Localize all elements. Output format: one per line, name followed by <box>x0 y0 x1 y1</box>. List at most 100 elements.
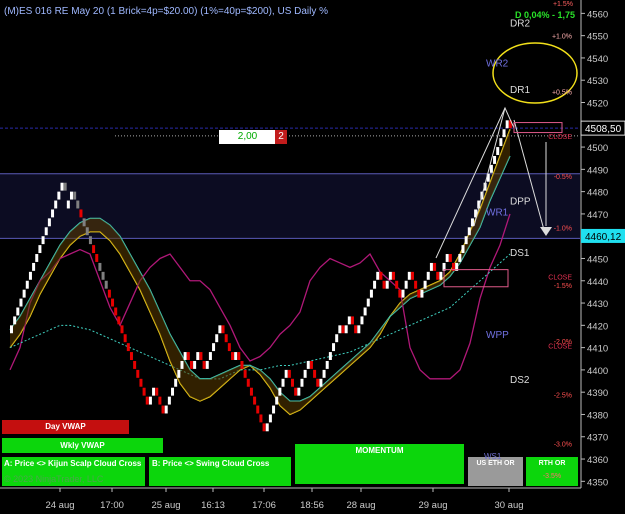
pct-label: CLOSE <box>548 274 572 281</box>
renko-brick <box>470 218 474 227</box>
renko-brick <box>335 334 339 343</box>
renko-brick <box>505 120 509 129</box>
renko-brick <box>41 236 45 245</box>
renko-brick <box>322 369 326 378</box>
renko-brick <box>489 164 493 173</box>
renko-brick <box>319 378 323 387</box>
y-tick-label: 4400 <box>587 366 608 377</box>
renko-brick <box>145 396 149 405</box>
chart-title: (M)ES 016 RE May 20 (1 Brick=4p=$20.00) … <box>4 6 329 17</box>
renko-brick <box>63 182 67 191</box>
rth-or-pct: -3.5% <box>542 473 562 480</box>
renko-brick <box>385 280 389 289</box>
renko-brick <box>129 352 133 360</box>
pivot-label-wr2: WR2 <box>486 58 509 69</box>
y-tick-label: 4380 <box>587 410 608 421</box>
renko-brick <box>19 298 23 307</box>
copyright-text: © 2023 NinjaTrader, LLC <box>4 474 104 484</box>
pct-label: -0.5% <box>554 174 572 181</box>
renko-brick <box>401 289 405 298</box>
renko-brick <box>186 352 190 360</box>
y-tick-label: 4450 <box>587 254 608 265</box>
renko-brick <box>332 343 336 352</box>
renko-brick <box>196 352 200 360</box>
pivot-label-ds1: DS1 <box>510 248 530 259</box>
x-tick-label: 24 aug <box>45 500 74 511</box>
renko-brick <box>344 325 348 334</box>
y-tick-label: 4390 <box>587 388 608 399</box>
pct-label: -1.0% <box>554 225 572 232</box>
renko-brick <box>347 316 351 325</box>
renko-brick <box>433 262 437 271</box>
renko-brick <box>373 280 377 289</box>
momentum-panel[interactable]: MOMENTUM <box>295 444 464 484</box>
renko-brick <box>294 387 298 396</box>
renko-brick <box>325 360 329 369</box>
renko-brick <box>237 352 241 360</box>
renko-brick <box>218 325 222 334</box>
renko-brick <box>114 307 118 316</box>
count-badge[interactable]: 2 <box>275 130 287 144</box>
renko-brick <box>493 155 497 164</box>
swing-cross-panel[interactable]: B: Price <> Swing Cloud Cross <box>149 457 291 486</box>
renko-brick <box>275 396 279 405</box>
quantity-input[interactable]: 2,00 <box>219 130 276 144</box>
renko-brick <box>22 289 26 298</box>
pivot-label-ds2: DS2 <box>510 375 530 386</box>
renko-brick <box>38 245 42 254</box>
renko-brick <box>448 254 452 262</box>
y-tick-label: 4560 <box>587 9 608 20</box>
renko-brick <box>66 200 70 209</box>
renko-brick <box>287 369 291 378</box>
renko-brick <box>164 405 168 414</box>
y-tick-label: 4540 <box>587 54 608 65</box>
renko-brick <box>227 343 231 352</box>
y-tick-label: 4360 <box>587 455 608 466</box>
y-tick-label: 4420 <box>587 321 608 332</box>
renko-brick <box>265 423 269 432</box>
rth-or-panel[interactable]: RTH OR -3.5% <box>526 457 578 486</box>
renko-brick <box>76 200 80 209</box>
renko-brick <box>436 271 440 280</box>
pivot-label-wpp: WPP <box>486 330 509 341</box>
renko-brick <box>284 369 288 378</box>
x-tick-label: 28 aug <box>346 500 375 511</box>
renko-brick <box>158 396 162 405</box>
wkly-vwap-button[interactable]: Wkly VWAP <box>2 438 163 453</box>
renko-brick <box>354 325 358 334</box>
renko-brick <box>426 271 430 280</box>
renko-brick <box>193 360 197 369</box>
renko-chart[interactable]: DR2WR2DR1DPPWR1DS1WPPDS2+1.0%+0.5%CLOSE-… <box>0 0 625 514</box>
y-tick-label: 4500 <box>587 143 608 154</box>
pct-label: CLOSE <box>548 343 572 350</box>
renko-brick <box>177 369 181 378</box>
us-eth-or-panel[interactable]: US ETH OR <box>468 457 523 486</box>
renko-brick <box>414 280 418 289</box>
renko-brick <box>268 414 272 423</box>
renko-brick <box>234 352 238 360</box>
renko-brick <box>35 254 39 262</box>
renko-brick <box>117 316 121 325</box>
renko-brick <box>54 200 58 209</box>
renko-brick <box>60 182 64 191</box>
renko-brick <box>13 316 17 325</box>
renko-brick <box>167 396 171 405</box>
renko-brick <box>139 378 143 387</box>
renko-brick <box>360 316 364 325</box>
y-tick-label: 4520 <box>587 99 608 110</box>
renko-brick <box>148 396 152 405</box>
rth-or-label: RTH OR <box>538 460 566 467</box>
y-tick-label: 4480 <box>587 188 608 199</box>
renko-brick <box>189 360 193 369</box>
renko-brick <box>429 262 433 271</box>
renko-brick <box>174 378 178 387</box>
x-tick-label: 16:13 <box>201 500 225 511</box>
renko-brick <box>407 271 411 280</box>
pct-label: +1.0% <box>552 34 572 41</box>
renko-brick <box>51 209 55 218</box>
renko-brick <box>316 378 320 387</box>
renko-brick <box>300 378 304 387</box>
renko-brick <box>404 280 408 289</box>
day-vwap-button[interactable]: Day VWAP <box>2 420 129 434</box>
renko-brick <box>25 280 29 289</box>
